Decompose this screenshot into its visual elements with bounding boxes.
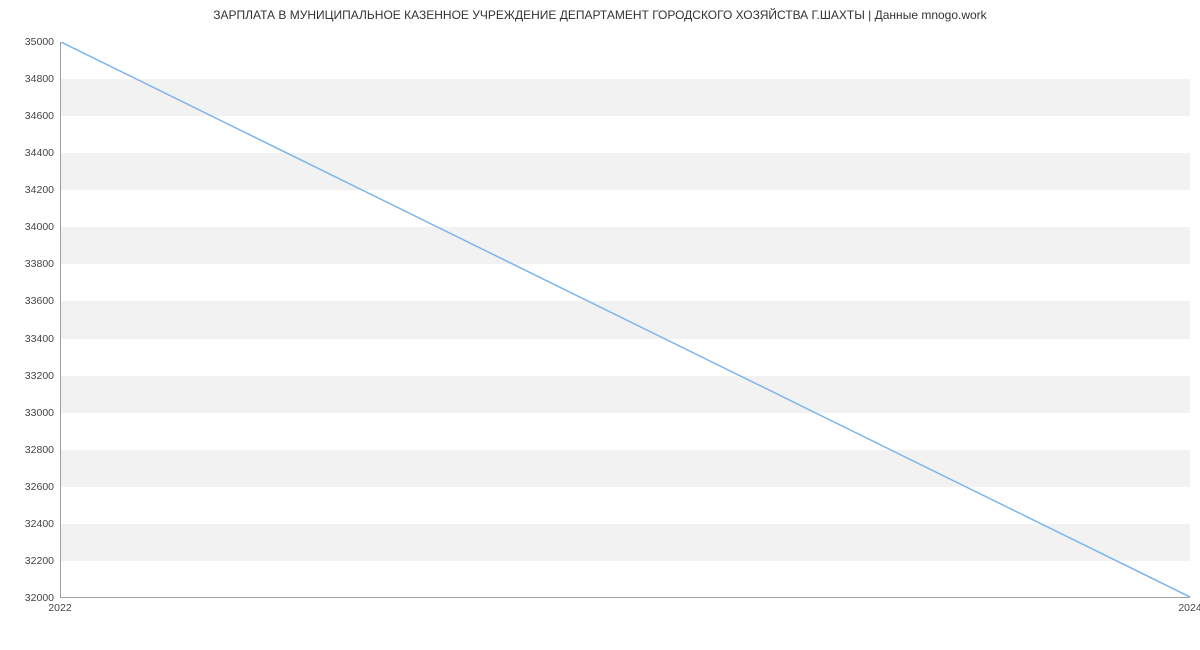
y-tick-label: 33000 <box>4 407 54 419</box>
y-tick-label: 32800 <box>4 444 54 456</box>
grid-band <box>61 301 1190 338</box>
y-tick-label: 32600 <box>4 481 54 493</box>
plot-area <box>60 42 1190 598</box>
grid-band <box>61 524 1190 561</box>
y-tick-label: 32000 <box>4 592 54 604</box>
y-tick-label: 32400 <box>4 518 54 530</box>
y-tick-label: 34800 <box>4 73 54 85</box>
y-tick-label: 34400 <box>4 147 54 159</box>
y-tick-label: 33400 <box>4 333 54 345</box>
y-tick-label: 33600 <box>4 295 54 307</box>
chart-title: ЗАРПЛАТА В МУНИЦИПАЛЬНОЕ КАЗЕННОЕ УЧРЕЖД… <box>0 0 1200 22</box>
y-tick-label: 34200 <box>4 184 54 196</box>
y-tick-label: 33800 <box>4 258 54 270</box>
grid-band <box>61 153 1190 190</box>
y-tick-label: 34000 <box>4 221 54 233</box>
y-tick-label: 33200 <box>4 370 54 382</box>
y-tick-label: 35000 <box>4 36 54 48</box>
x-tick-label: 2024 <box>1178 602 1200 614</box>
y-tick-label: 34600 <box>4 110 54 122</box>
grid-band <box>61 376 1190 413</box>
chart-container: ЗАРПЛАТА В МУНИЦИПАЛЬНОЕ КАЗЕННОЕ УЧРЕЖД… <box>0 0 1200 650</box>
y-tick-label: 32200 <box>4 555 54 567</box>
grid-band <box>61 450 1190 487</box>
grid-band <box>61 227 1190 264</box>
grid-band <box>61 79 1190 116</box>
x-tick-label: 2022 <box>48 602 71 614</box>
